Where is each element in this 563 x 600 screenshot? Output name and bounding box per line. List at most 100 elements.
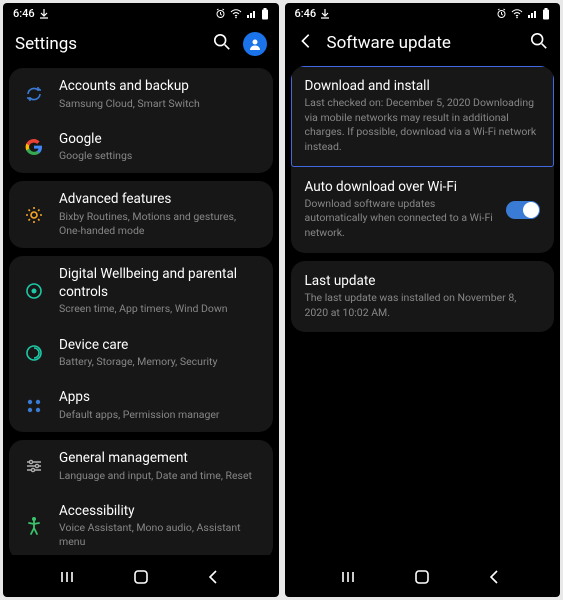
- software-update-list: Download and install Last checked on: De…: [285, 66, 561, 555]
- page-title: Settings: [15, 34, 201, 54]
- settings-list[interactable]: Accounts and backup Samsung Cloud, Smart…: [3, 68, 279, 555]
- item-text: Last update The last update was installe…: [305, 273, 541, 320]
- item-subtitle: Last checked on: December 5, 2020 Downlo…: [305, 96, 541, 155]
- google-icon: [23, 136, 45, 158]
- item-title: Accounts and backup: [59, 78, 259, 96]
- item-title: Digital Wellbeing and parental controls: [59, 266, 259, 301]
- settings-header: Settings: [3, 22, 279, 68]
- settings-item-advanced-features[interactable]: Advanced features Bixby Routines, Motion…: [9, 181, 273, 248]
- item-subtitle: Language and input, Date and time, Reset: [59, 469, 259, 483]
- wellbeing-icon: [23, 280, 45, 302]
- item-subtitle: Bixby Routines, Motions and gestures, On…: [59, 210, 259, 238]
- item-text: Apps Default apps, Permission manager: [59, 389, 259, 422]
- item-text: Digital Wellbeing and parental controls …: [59, 266, 259, 316]
- back-button[interactable]: [203, 567, 223, 587]
- item-title: Last update: [305, 273, 541, 289]
- sync-icon: [23, 83, 45, 105]
- apps-icon: [23, 395, 45, 417]
- home-button[interactable]: [131, 567, 151, 587]
- search-button[interactable]: [530, 32, 548, 54]
- care-icon: [23, 342, 45, 364]
- update-item-last-update[interactable]: Last update The last update was installe…: [291, 261, 555, 332]
- item-title: Google: [59, 131, 259, 149]
- settings-item-accounts-and-backup[interactable]: Accounts and backup Samsung Cloud, Smart…: [9, 68, 273, 121]
- battery-icon: [542, 8, 550, 20]
- signal-icon: [527, 9, 538, 19]
- item-subtitle: Default apps, Permission manager: [59, 408, 259, 422]
- page-title: Software update: [327, 33, 519, 53]
- search-icon: [530, 32, 548, 50]
- chevron-left-icon: [297, 32, 315, 50]
- settings-item-digital-wellbeing-and-parental-controls[interactable]: Digital Wellbeing and parental controls …: [9, 256, 273, 326]
- item-text: Advanced features Bixby Routines, Motion…: [59, 191, 259, 238]
- back-icon: [488, 569, 500, 585]
- item-subtitle: Voice Assistant, Mono audio, Assistant m…: [59, 521, 259, 549]
- status-bar: 6:46: [285, 3, 561, 22]
- settings-item-apps[interactable]: Apps Default apps, Permission manager: [9, 379, 273, 432]
- software-update-screen: 6:46 Software update Download and instal…: [285, 3, 561, 597]
- alarm-icon: [496, 8, 507, 19]
- item-text: Download and install Last checked on: De…: [305, 78, 541, 155]
- battery-icon: [261, 8, 269, 20]
- item-title: Accessibility: [59, 503, 259, 521]
- item-title: Device care: [59, 337, 259, 355]
- item-subtitle: Battery, Storage, Memory, Security: [59, 355, 259, 369]
- item-title: Apps: [59, 389, 259, 407]
- alarm-icon: [215, 8, 226, 19]
- download-indicator-icon: [320, 9, 330, 19]
- item-subtitle: Google settings: [59, 149, 259, 163]
- item-text: Accounts and backup Samsung Cloud, Smart…: [59, 78, 259, 111]
- profile-avatar[interactable]: [243, 32, 267, 56]
- sliders-icon: [23, 455, 45, 477]
- back-button[interactable]: [484, 567, 504, 587]
- settings-item-general-management[interactable]: General management Language and input, D…: [9, 440, 273, 493]
- back-icon: [207, 569, 219, 585]
- home-button[interactable]: [412, 567, 432, 587]
- search-icon: [213, 33, 231, 51]
- signal-icon: [246, 9, 257, 19]
- item-text: Device care Battery, Storage, Memory, Se…: [59, 337, 259, 370]
- wifi-icon: [511, 9, 523, 19]
- item-text: General management Language and input, D…: [59, 450, 259, 483]
- recents-button[interactable]: [340, 567, 360, 587]
- item-title: Advanced features: [59, 191, 259, 209]
- settings-screen: 6:46 Settings Accounts and backup Samsun…: [3, 3, 279, 597]
- home-icon: [133, 569, 149, 585]
- item-text: Auto download over Wi-Fi Download softwa…: [305, 179, 497, 241]
- gear-adv-icon: [23, 204, 45, 226]
- item-subtitle: Download software updates automatically …: [305, 197, 497, 241]
- item-title: Download and install: [305, 78, 541, 94]
- recents-button[interactable]: [59, 567, 79, 587]
- settings-item-google[interactable]: Google Google settings: [9, 121, 273, 174]
- update-group: Download and install Last checked on: De…: [291, 66, 555, 253]
- update-group: Last update The last update was installe…: [291, 261, 555, 332]
- wifi-icon: [230, 9, 242, 19]
- item-text: Google Google settings: [59, 131, 259, 164]
- person-icon: [248, 37, 262, 51]
- item-title: General management: [59, 450, 259, 468]
- item-subtitle: Samsung Cloud, Smart Switch: [59, 97, 259, 111]
- item-subtitle: The last update was installed on Novembe…: [305, 291, 541, 320]
- settings-group: Digital Wellbeing and parental controls …: [9, 256, 273, 432]
- status-time: 6:46: [13, 7, 35, 20]
- settings-item-accessibility[interactable]: Accessibility Voice Assistant, Mono audi…: [9, 493, 273, 555]
- toggle-auto-download-over-wi-fi[interactable]: [506, 201, 540, 219]
- back-arrow-button[interactable]: [297, 32, 315, 54]
- search-button[interactable]: [213, 33, 231, 55]
- settings-group: Advanced features Bixby Routines, Motion…: [9, 181, 273, 248]
- settings-item-device-care[interactable]: Device care Battery, Storage, Memory, Se…: [9, 327, 273, 380]
- software-update-header: Software update: [285, 22, 561, 66]
- settings-group: Accounts and backup Samsung Cloud, Smart…: [9, 68, 273, 173]
- download-indicator-icon: [39, 9, 49, 19]
- nav-bar: [285, 555, 561, 597]
- status-time: 6:46: [295, 7, 317, 20]
- item-text: Accessibility Voice Assistant, Mono audi…: [59, 503, 259, 550]
- recents-icon: [60, 570, 78, 584]
- home-icon: [414, 569, 430, 585]
- update-item-download-and-install[interactable]: Download and install Last checked on: De…: [291, 66, 555, 167]
- nav-bar: [3, 555, 279, 597]
- accessibility-icon: [23, 515, 45, 537]
- item-subtitle: Screen time, App timers, Wind Down: [59, 302, 259, 316]
- settings-group: General management Language and input, D…: [9, 440, 273, 555]
- update-item-auto-download-over-wi-fi[interactable]: Auto download over Wi-Fi Download softwa…: [291, 167, 555, 253]
